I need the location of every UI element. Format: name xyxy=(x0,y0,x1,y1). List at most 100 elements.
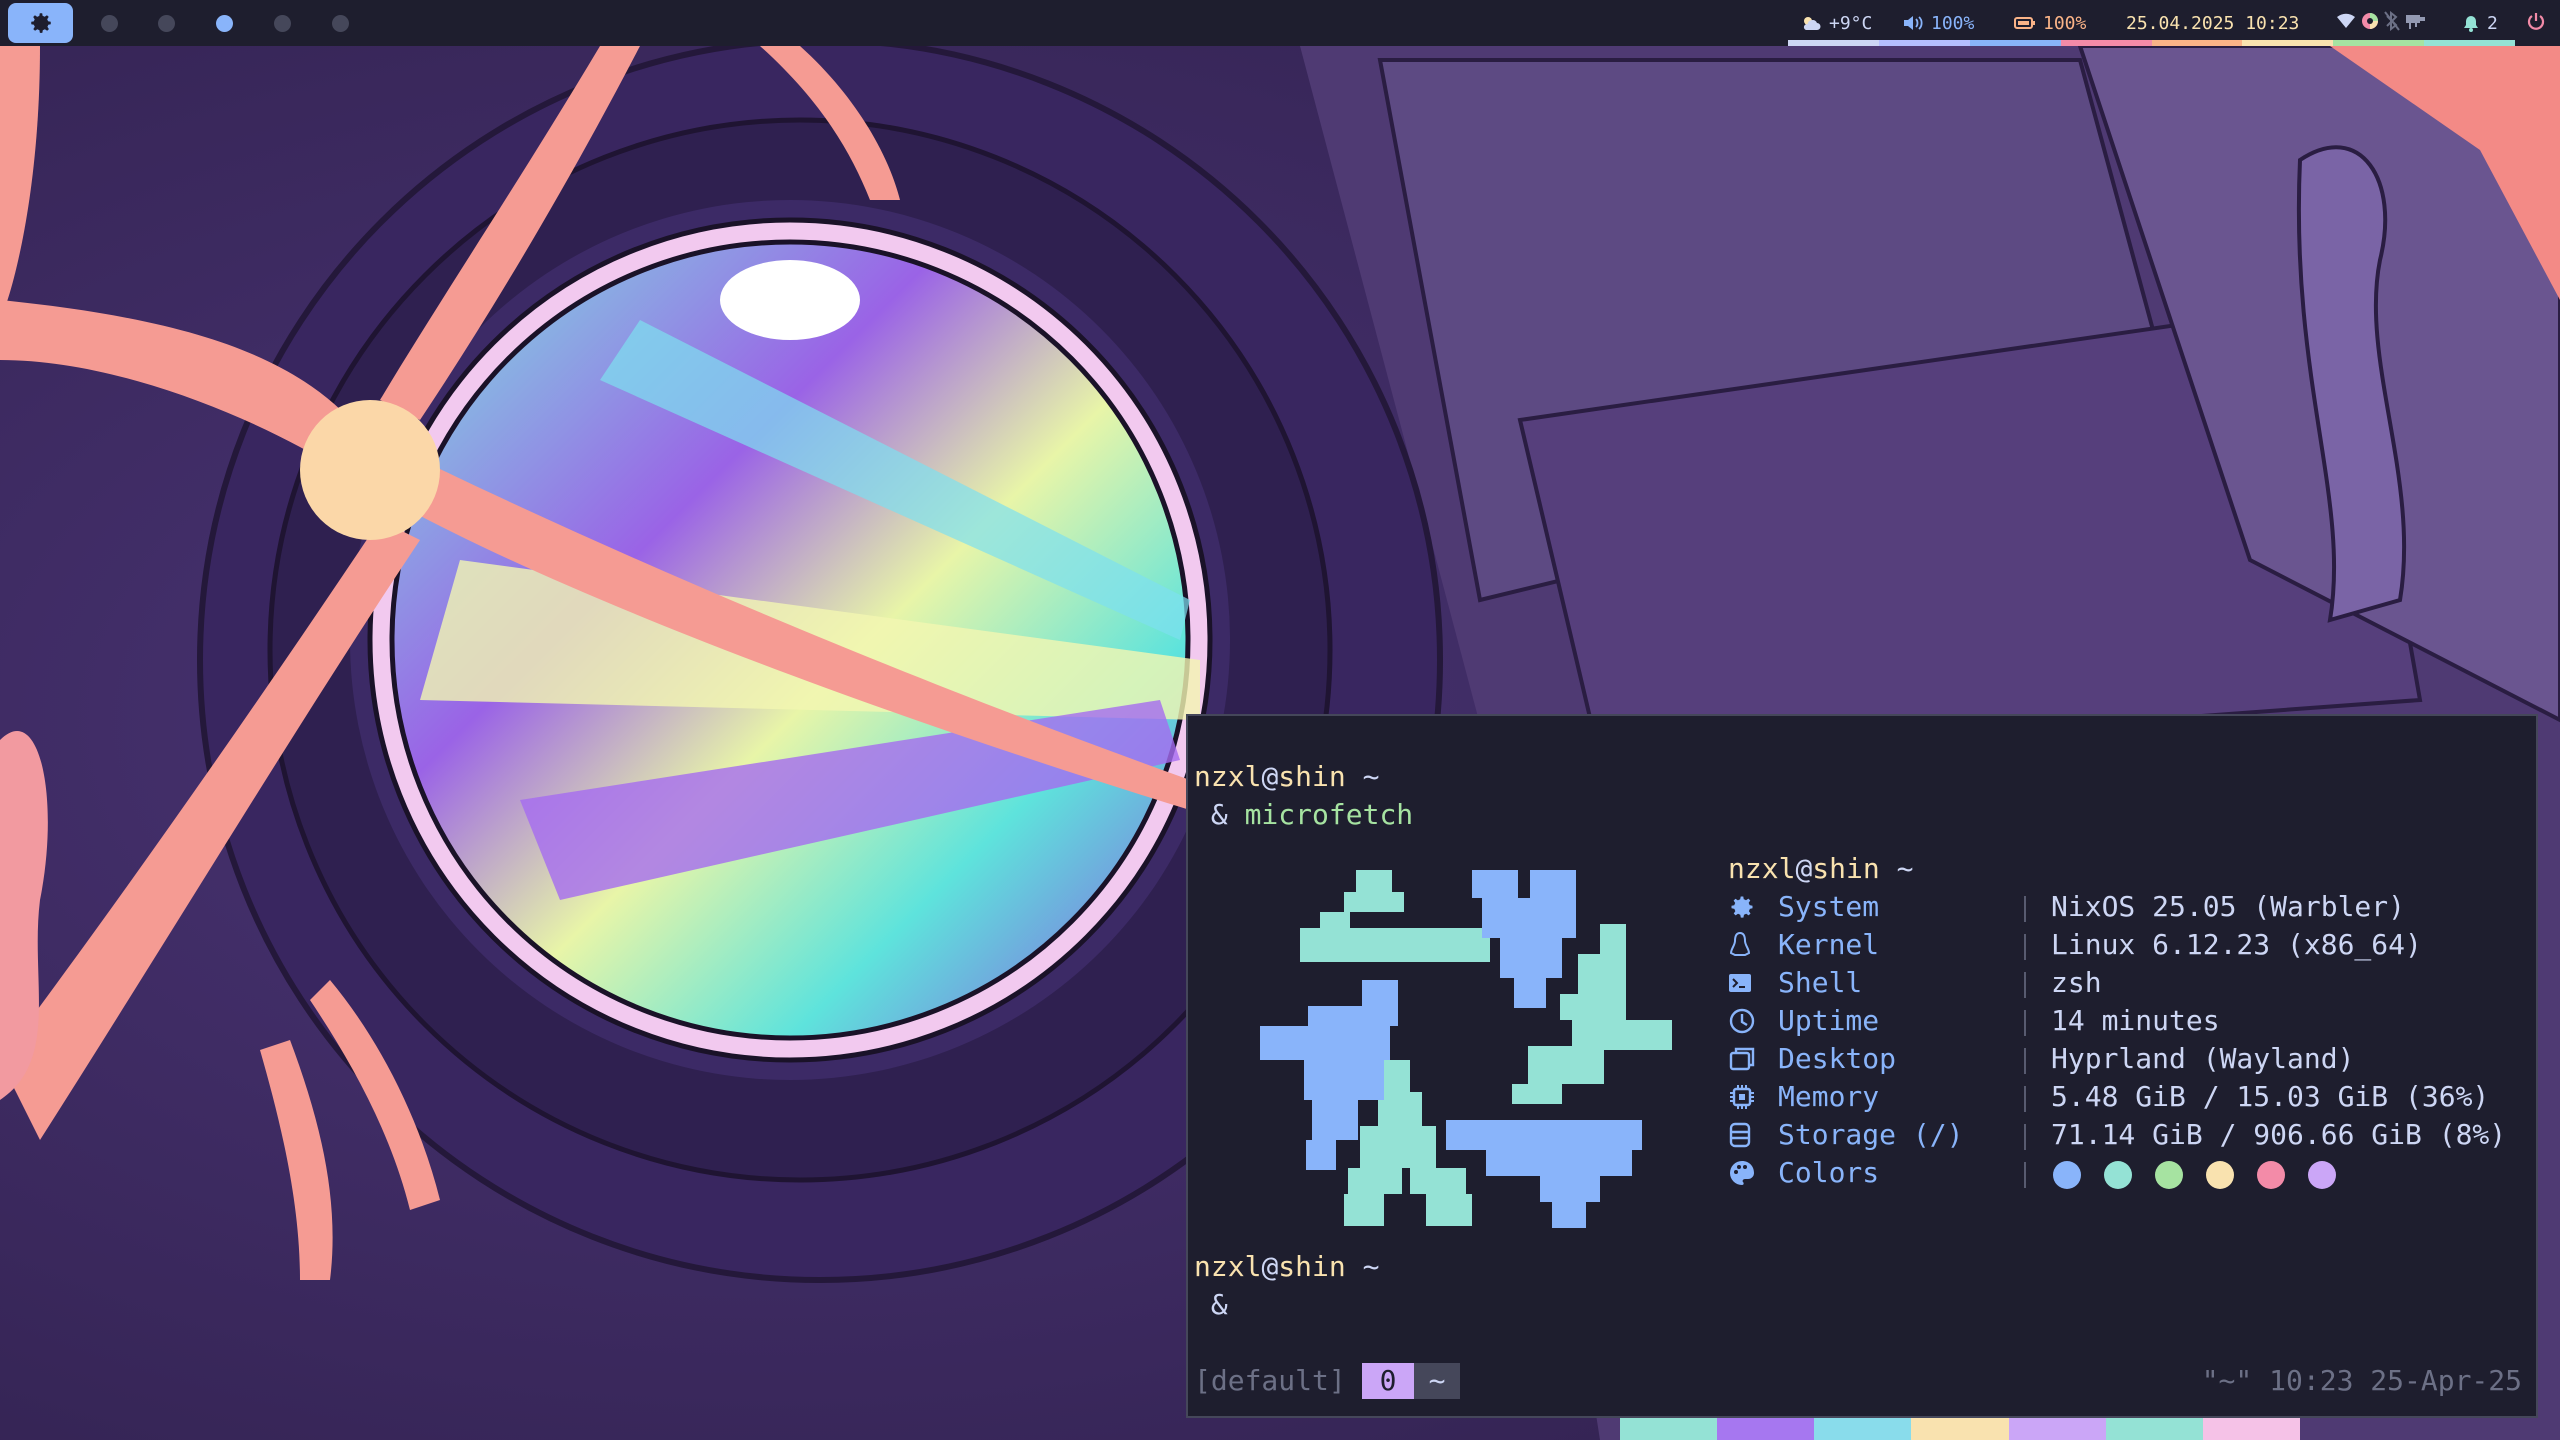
notification-count: 2 xyxy=(2487,12,2498,34)
workspace-1-indicator[interactable] xyxy=(101,15,118,32)
usb-icon[interactable] xyxy=(2404,11,2426,36)
workspace-4-indicator[interactable] xyxy=(274,15,291,32)
terminal-window[interactable]: nzxl@shin ~ & microfetch nzxl@shin ~ Sys… xyxy=(1186,714,2538,1418)
power-icon xyxy=(2526,11,2546,36)
app-launcher-button[interactable] xyxy=(8,3,73,43)
fetch-row-desktop: Desktop xyxy=(1728,1042,1896,1075)
fetch-row-storage: Storage (/) xyxy=(1728,1118,1963,1151)
wifi-icon[interactable] xyxy=(2336,12,2356,35)
prompt-at: @ xyxy=(1261,1250,1279,1283)
volume-text: 100% xyxy=(1931,12,1975,34)
fetch-key-label: Uptime xyxy=(1778,1004,1880,1037)
tmux-session-name: [default] xyxy=(1194,1364,1346,1397)
underline-segment xyxy=(2424,40,2515,46)
tmux-status-right: "~" 10:23 25-Apr-25 xyxy=(2201,1364,2522,1397)
prompt-line-2: nzxl@shin ~ xyxy=(1194,1250,1379,1283)
cpu-chip-icon xyxy=(1728,1082,1762,1112)
fetch-row-shell: Shell xyxy=(1728,966,1862,999)
window-icon xyxy=(1728,1044,1762,1074)
clock-text: 25.04.2025 10:23 xyxy=(2126,12,2300,34)
fetch-value-memory: 5.48 GiB / 15.03 GiB (36%) xyxy=(2051,1080,2490,1113)
underline-segment xyxy=(1969,40,2061,46)
speaker-icon xyxy=(1902,14,1924,32)
fetch-value-shell: zsh xyxy=(2051,966,2102,999)
color-swatch-dot xyxy=(2257,1161,2285,1189)
fetch-row-kernel: Kernel xyxy=(1728,928,1879,961)
prompt-cwd: ~ xyxy=(1345,1250,1380,1283)
terminal-prompt-icon xyxy=(1728,968,1762,998)
fetch-separator xyxy=(2024,1162,2026,1188)
prompt-at: @ xyxy=(1261,760,1279,793)
bell-icon xyxy=(2462,14,2480,32)
workspace-3-indicator-active[interactable] xyxy=(216,15,233,32)
prompt-user: nzxl xyxy=(1194,1250,1262,1283)
database-icon xyxy=(1728,1120,1762,1150)
fetch-key-label: Desktop xyxy=(1778,1042,1897,1075)
prompt-line-1: nzxl@shin ~ xyxy=(1194,760,1379,793)
fetch-row-memory: Memory xyxy=(1728,1080,1879,1113)
fetch-value-desktop: Hyprland (Wayland) xyxy=(2051,1042,2355,1075)
tmux-status-bar: [default] 0 ~ "~" 10:23 25-Apr-25 xyxy=(1188,1361,2536,1401)
cloud-sun-icon xyxy=(1800,14,1822,32)
wallpaper-color-strip xyxy=(1620,1418,2300,1440)
input-line[interactable]: & xyxy=(1194,1288,1228,1321)
tmux-window-index[interactable]: 0 xyxy=(1362,1363,1414,1399)
clock-icon xyxy=(1728,1006,1762,1036)
fetch-row-colors: Colors xyxy=(1728,1156,1879,1189)
power-button[interactable] xyxy=(2526,0,2546,46)
color-swatch-dot xyxy=(2104,1161,2132,1189)
weather-text: +9°C xyxy=(1829,12,1873,34)
fetch-value-system: NixOS 25.05 (Warbler) xyxy=(2051,890,2406,923)
prompt-host: shin xyxy=(1278,1250,1346,1283)
prompt-symbol: & xyxy=(1194,1288,1228,1321)
fetch-key-label: Colors xyxy=(1778,1156,1880,1189)
battery-icon xyxy=(2014,16,2036,30)
command-line: & microfetch xyxy=(1194,798,1413,831)
prompt-user: nzxl xyxy=(1194,760,1262,793)
gear-icon xyxy=(1728,892,1762,922)
underline-segment xyxy=(2242,40,2334,46)
workspace-5-indicator[interactable] xyxy=(332,15,349,32)
fetch-header: nzxl@shin ~ xyxy=(1728,852,1913,885)
color-wheel-icon[interactable] xyxy=(2360,11,2380,36)
fetch-separator xyxy=(2024,1048,2026,1074)
color-swatch-dot xyxy=(2053,1161,2081,1189)
prompt-symbol: & xyxy=(1194,798,1245,831)
fetch-row-uptime: Uptime xyxy=(1728,1004,1879,1037)
fetch-row-system: System xyxy=(1728,890,1879,923)
tmux-window-name[interactable]: ~ xyxy=(1414,1363,1460,1399)
palette-icon xyxy=(1728,1158,1762,1188)
fetch-value-storage: 71.14 GiB / 906.66 GiB (8%) xyxy=(2051,1118,2507,1151)
color-swatch-dot xyxy=(2308,1161,2336,1189)
underline-segment xyxy=(2333,40,2425,46)
fetch-separator xyxy=(2024,934,2026,960)
fetch-host: shin xyxy=(1812,852,1880,885)
underline-segment xyxy=(2151,40,2243,46)
fetch-cwd: ~ xyxy=(1879,852,1914,885)
color-swatch-dot xyxy=(2155,1161,2183,1189)
underline-segment xyxy=(2060,40,2152,46)
top-bar: +9°C 100% 100% 25.04.2025 10:23 2 xyxy=(0,0,2560,46)
nixos-snowflake-logo xyxy=(1260,870,1672,1228)
fetch-key-label: Shell xyxy=(1778,966,1863,999)
prompt-cwd: ~ xyxy=(1345,760,1380,793)
underline-segment xyxy=(1878,40,1970,46)
gear-icon xyxy=(30,13,51,33)
battery-text: 100% xyxy=(2043,12,2087,34)
fetch-separator xyxy=(2024,896,2026,922)
fetch-value-uptime: 14 minutes xyxy=(2051,1004,2220,1037)
fetch-separator xyxy=(2024,972,2026,998)
penguin-icon xyxy=(1728,930,1762,960)
underline-segment xyxy=(1788,40,1879,46)
bluetooth-off-icon[interactable] xyxy=(2384,10,2400,36)
fetch-key-label: Storage (/) xyxy=(1778,1118,1964,1151)
workspace-2-indicator[interactable] xyxy=(158,15,175,32)
fetch-separator xyxy=(2024,1010,2026,1036)
fetch-key-label: Kernel xyxy=(1778,928,1880,961)
fetch-separator xyxy=(2024,1086,2026,1112)
fetch-separator xyxy=(2024,1124,2026,1150)
fetch-at: @ xyxy=(1795,852,1813,885)
command-text: microfetch xyxy=(1244,798,1414,831)
fetch-key-label: Memory xyxy=(1778,1080,1880,1113)
prompt-host: shin xyxy=(1278,760,1346,793)
